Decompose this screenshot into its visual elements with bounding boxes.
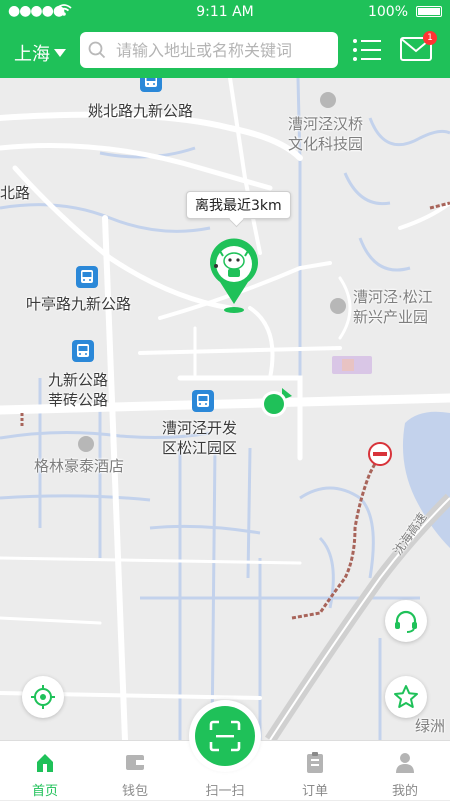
- favorites-button[interactable]: [385, 676, 427, 718]
- wallet-icon: [126, 755, 144, 770]
- map-label: 格林豪泰酒店: [34, 457, 125, 475]
- current-location-marker: [258, 386, 294, 426]
- bus-stop-icon[interactable]: [140, 78, 162, 92]
- map-view[interactable]: 姚北路九新公路 漕河泾汉桥 文化科技园 北路 叶亭路九新公路 漕河泾·松江 新兴…: [0, 78, 450, 740]
- tab-label: 订单: [301, 784, 328, 799]
- hotel-icon: [78, 436, 94, 452]
- map-label: 新兴产业园: [353, 308, 429, 326]
- map-label: 姚北路九新公路: [88, 102, 194, 120]
- caret-down-icon: [54, 49, 66, 57]
- map-label: 区松江园区: [162, 439, 238, 457]
- status-bar: ●●●●● 9:11 AM 100%: [0, 0, 450, 24]
- tab-label: 我的: [391, 784, 418, 799]
- map-label: 漕河泾汉桥: [288, 115, 364, 133]
- locate-button[interactable]: [22, 676, 64, 718]
- tab-orders[interactable]: 订单: [270, 741, 360, 801]
- message-button[interactable]: 1: [400, 31, 437, 65]
- scan-button[interactable]: [189, 700, 261, 772]
- customer-service-button[interactable]: [385, 600, 427, 642]
- tab-home[interactable]: 首页: [0, 741, 90, 801]
- message-badge: 1: [423, 31, 437, 45]
- station-list-button[interactable]: [352, 37, 382, 67]
- map-label: 漕河泾·松江: [353, 288, 433, 306]
- app-header: 上海 1: [0, 24, 450, 78]
- map-label: 莘砖公路: [48, 391, 109, 409]
- bus-stop-icon[interactable]: [72, 340, 94, 362]
- map-label: 九新公路: [48, 371, 109, 389]
- city-selector[interactable]: 上海: [14, 40, 66, 66]
- poi-icon: [320, 92, 336, 108]
- scan-button-circle: [195, 706, 255, 766]
- home-plug-icon: [37, 754, 53, 772]
- no-entry-icon: [368, 442, 392, 470]
- user-icon: [396, 753, 414, 773]
- search-icon: [88, 41, 106, 59]
- tab-label: 扫一扫: [205, 784, 245, 799]
- search-bar[interactable]: [80, 32, 338, 68]
- distance-tooltip: 离我最近3km: [186, 191, 291, 219]
- headset-icon: [395, 610, 417, 633]
- map-label: 漕河泾开发: [162, 419, 238, 437]
- search-input[interactable]: [114, 39, 333, 61]
- charging-station-pin[interactable]: [206, 236, 262, 320]
- battery-icon: [416, 6, 442, 17]
- crosshair-icon: [31, 685, 55, 709]
- map-label: 文化科技园: [288, 135, 364, 153]
- poi-icon: [330, 298, 346, 314]
- map-label: 叶亭路九新公路: [26, 295, 132, 313]
- bus-stop-icon[interactable]: [76, 266, 98, 288]
- order-icon: [307, 752, 323, 773]
- bus-stop-icon[interactable]: [192, 390, 214, 412]
- city-label: 上海: [14, 44, 50, 65]
- star-icon: [394, 685, 418, 708]
- map-label: 绿洲: [415, 717, 446, 735]
- map-label: 北路: [0, 184, 31, 202]
- tab-wallet[interactable]: 钱包: [90, 741, 180, 801]
- tab-profile[interactable]: 我的: [360, 741, 450, 801]
- tab-label: 钱包: [121, 784, 148, 799]
- scan-icon: [209, 720, 241, 752]
- tab-label: 首页: [31, 784, 58, 799]
- battery-percent: 100%: [367, 4, 408, 20]
- list-icon: [353, 39, 381, 61]
